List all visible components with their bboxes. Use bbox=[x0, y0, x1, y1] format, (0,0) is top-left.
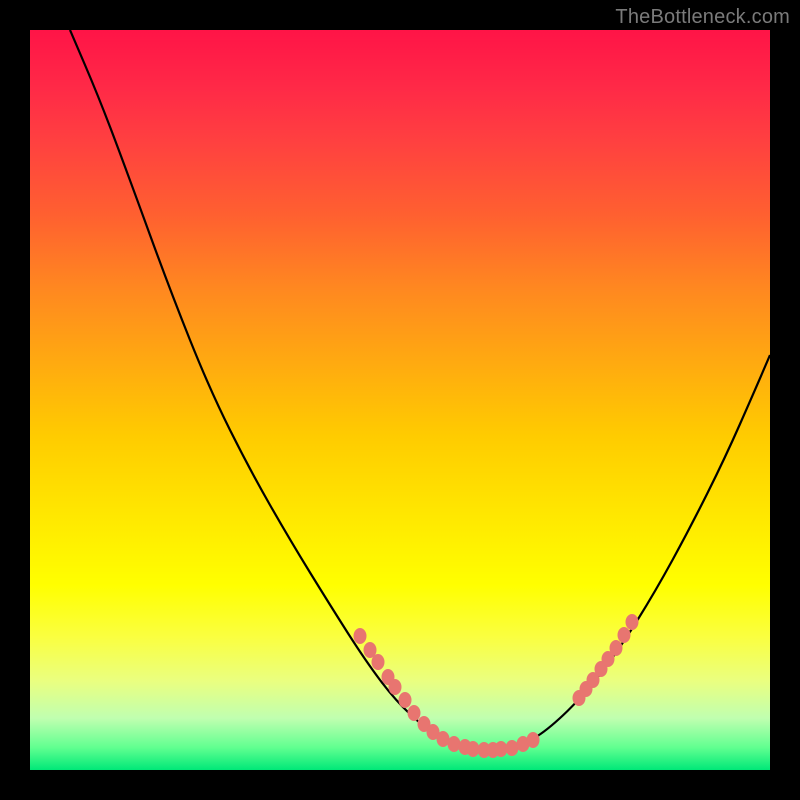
data-marker bbox=[527, 732, 540, 748]
data-marker bbox=[399, 692, 412, 708]
watermark-text: TheBottleneck.com bbox=[615, 6, 790, 29]
data-marker bbox=[372, 654, 385, 670]
data-marker bbox=[618, 627, 631, 643]
data-marker bbox=[506, 740, 519, 756]
bottleneck-curve bbox=[70, 30, 770, 750]
data-marker bbox=[626, 614, 639, 630]
curve-svg bbox=[30, 30, 770, 770]
chart-plot-area bbox=[30, 30, 770, 770]
data-marker bbox=[495, 741, 508, 757]
data-markers bbox=[354, 614, 639, 758]
data-marker bbox=[610, 640, 623, 656]
data-marker bbox=[408, 705, 421, 721]
data-marker bbox=[467, 741, 480, 757]
data-marker bbox=[354, 628, 367, 644]
data-marker bbox=[389, 679, 402, 695]
data-marker bbox=[448, 736, 461, 752]
